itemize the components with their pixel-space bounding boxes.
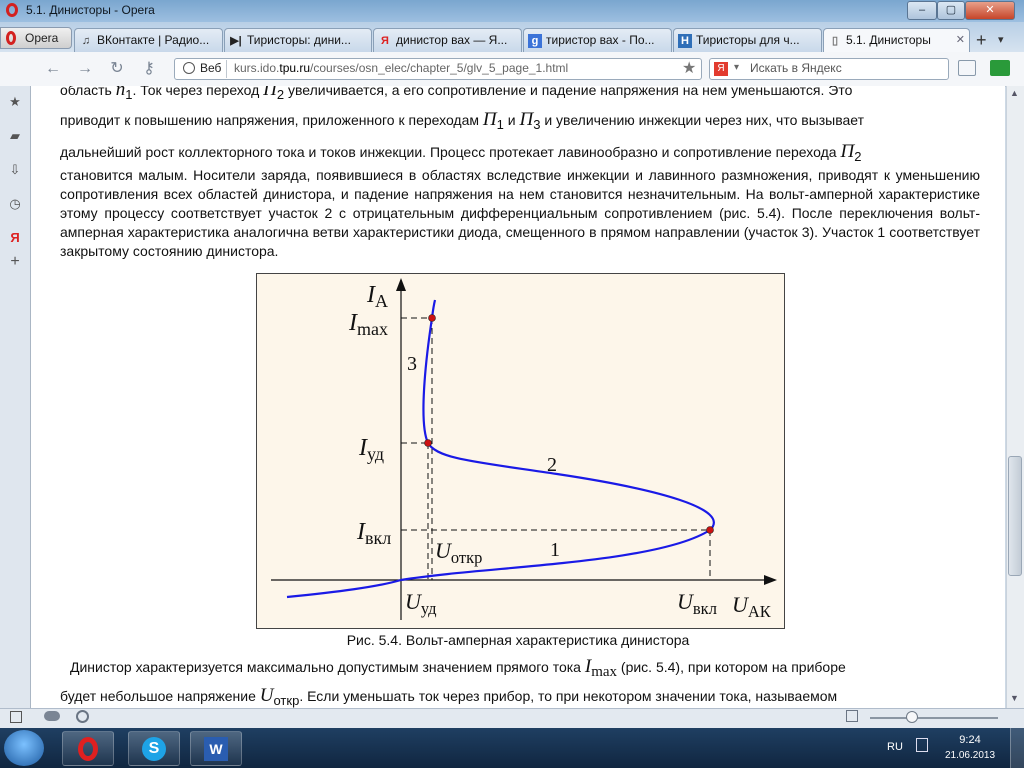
history-clock-icon[interactable]: ◷ <box>7 196 23 212</box>
show-desktop-button[interactable] <box>1010 728 1024 768</box>
ivkl-tick-label: Iвкл <box>356 519 391 548</box>
opera-menu-label: Opera <box>25 31 59 45</box>
zoom-slider-knob[interactable] <box>906 711 918 723</box>
google-icon: g <box>528 34 542 48</box>
maximize-button[interactable]: ▢ <box>937 1 965 20</box>
scroll-up-icon[interactable]: ▲ <box>1010 88 1019 98</box>
forward-icon[interactable]: → <box>74 58 96 80</box>
globe-icon <box>183 62 195 74</box>
page-content: область n1. Ток через переход П2 увеличи… <box>31 86 1005 708</box>
paragraph-line: будет небольшое напряжение Uоткр. Если у… <box>60 685 838 708</box>
h-icon: H <box>678 34 692 48</box>
tab-menu-icon[interactable]: ▾ <box>998 33 1004 46</box>
opera-taskbar-icon <box>78 737 98 761</box>
clock-time[interactable]: 9:24 <box>942 734 998 746</box>
add-panel-icon[interactable]: + <box>7 254 23 270</box>
sidebar-panel <box>0 86 31 708</box>
uotkr-label: Uоткр <box>435 538 482 567</box>
close-tab-icon[interactable]: ✕ <box>956 33 965 46</box>
taskbar-opera-button[interactable] <box>62 731 114 766</box>
tab-google-search[interactable]: g тиристор вах - По... <box>523 28 672 52</box>
turbo-cloud-icon[interactable] <box>44 711 60 721</box>
bookmarks-star-icon[interactable]: ★ <box>7 94 23 110</box>
figure-5-4: IА UАК Imax Iуд Iвкл Uуд Uвкл Uоткр 1 2 3 <box>256 273 785 629</box>
vac-chart: IА UАК Imax Iуд Iвкл Uуд Uвкл Uоткр 1 2 3 <box>271 278 777 621</box>
imax-point <box>428 314 436 322</box>
language-indicator[interactable]: RU <box>887 741 903 753</box>
tab-label: ВКонтакте | Радио... <box>97 33 210 47</box>
search-placeholder: Искать в Яндекс <box>750 61 842 75</box>
tab-vkontakte[interactable]: ♫ ВКонтакте | Радио... <box>74 28 223 52</box>
reload-icon[interactable]: ↻ <box>106 58 128 80</box>
ivkl-point <box>706 526 714 534</box>
download-icon[interactable] <box>958 60 976 76</box>
downloads-icon[interactable]: ⇩ <box>7 162 23 178</box>
y-axis-arrow <box>396 278 406 291</box>
taskbar-word-button[interactable]: W <box>190 731 242 766</box>
uud-tick-label: Uуд <box>405 589 437 618</box>
figure-caption: Рис. 5.4. Вольт-амперная характеристика … <box>346 632 690 648</box>
y-axis-label: IА <box>366 282 388 311</box>
skype-icon: S <box>142 737 166 761</box>
tab-label: 5.1. Динисторы <box>846 33 931 47</box>
iud-point <box>424 439 432 447</box>
scroll-down-icon[interactable]: ▼ <box>1010 693 1019 703</box>
tab-label: Тиристоры: дини... <box>247 33 351 47</box>
zoom-slider-track[interactable] <box>870 717 998 719</box>
clock-date[interactable]: 21.06.2013 <box>942 750 998 761</box>
key-icon[interactable]: ⚷ <box>138 58 160 80</box>
tab-tiristory-dlya[interactable]: H Тиристоры для ч... <box>673 28 822 52</box>
search-engine-dropdown-icon[interactable]: ▾ <box>734 62 739 73</box>
segment-label-3: 3 <box>407 353 417 375</box>
yandex-panel-icon[interactable]: Я <box>7 230 23 246</box>
tab-label: тиристор вах - По... <box>546 33 655 47</box>
opera-menu-button[interactable]: Opera <box>0 27 72 49</box>
web-label: Веб <box>200 61 222 75</box>
vk-icon: ♫ <box>81 35 91 47</box>
word-icon: W <box>204 737 228 761</box>
speed-dial-icon[interactable] <box>76 710 89 723</box>
start-button[interactable] <box>4 730 44 766</box>
opera-logo-icon <box>6 3 18 17</box>
tab-dinistory-active[interactable]: ▯ 5.1. Динисторы ✕ <box>823 28 970 52</box>
paragraph-body: становится малым. Носители заряда, появи… <box>60 167 980 259</box>
back-icon[interactable]: ← <box>42 58 64 80</box>
iud-tick-label: Iуд <box>358 435 384 464</box>
taskbar-skype-button[interactable]: S <box>128 731 180 766</box>
paragraph-line: область n1. Ток через переход П2 увеличи… <box>60 86 853 102</box>
tab-yandex-search[interactable]: Я динистор вах — Я... <box>373 28 522 52</box>
tab-label: Тиристоры для ч... <box>696 33 800 47</box>
iv-curve-line <box>286 299 715 599</box>
bookmark-star-icon[interactable]: ★ <box>682 58 696 78</box>
vertical-scrollbar[interactable] <box>1006 86 1024 708</box>
paragraph-line: Динистор характеризуется максимально доп… <box>70 656 846 680</box>
tab-tiristory[interactable]: ▶| Тиристоры: дини... <box>224 28 372 52</box>
paragraph-line: приводит к повышению напряжения, приложе… <box>60 109 865 132</box>
segment-label-1: 1 <box>550 539 560 561</box>
url-separator <box>226 60 227 78</box>
panel-toggle-icon[interactable] <box>10 711 22 723</box>
tray-flag-icon[interactable] <box>916 738 928 752</box>
yandex-search-icon[interactable]: Я <box>714 62 728 76</box>
view-mode-icon[interactable] <box>846 710 858 722</box>
url-text[interactable]: kurs.ido.tpu.ru/courses/osn_elec/chapter… <box>234 61 568 75</box>
x-axis-label: UАК <box>732 592 772 621</box>
opera-icon <box>6 31 16 45</box>
window-title: 5.1. Динисторы - Opera <box>26 3 155 17</box>
minimize-button[interactable]: ‒ <box>907 1 937 20</box>
scrollbar-thumb[interactable] <box>1008 456 1022 576</box>
segment-label-2: 2 <box>547 454 557 476</box>
uvkl-tick-label: Uвкл <box>677 589 717 618</box>
extension-icon[interactable] <box>990 60 1010 76</box>
close-button[interactable]: ✕ <box>965 1 1015 20</box>
new-tab-icon[interactable]: + <box>976 30 987 51</box>
page-icon: ▯ <box>831 35 839 47</box>
x-axis-arrow <box>764 575 777 585</box>
paragraph-line: дальнейший рост коллекторного тока и ток… <box>60 141 862 164</box>
tab-label: динистор вах — Я... <box>396 33 508 47</box>
notes-icon[interactable]: ▰ <box>7 128 23 144</box>
yandex-icon: Я <box>381 35 389 47</box>
dinistor-icon: ▶| <box>230 35 242 47</box>
imax-tick-label: Imax <box>348 310 388 339</box>
